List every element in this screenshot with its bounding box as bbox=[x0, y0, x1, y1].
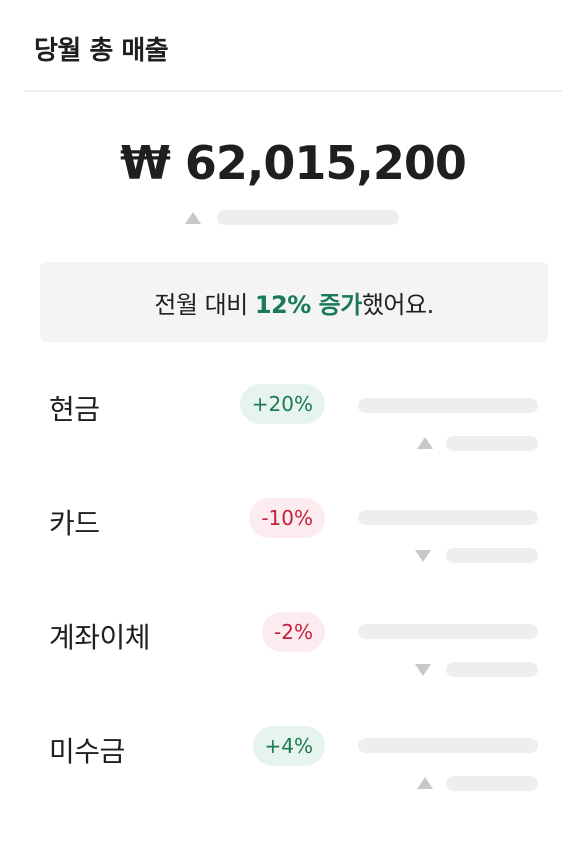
item-label: 현금 bbox=[49, 393, 100, 426]
comparison-highlight: 12% 증가 bbox=[254, 290, 362, 319]
item-label: 미수금 bbox=[49, 735, 125, 768]
item-label: 계좌이체 bbox=[49, 621, 151, 654]
list-item-cash: 현금 +20% bbox=[0, 384, 586, 494]
change-badge: -2% bbox=[262, 612, 325, 652]
list-item-receivables: 미수금 +4% bbox=[0, 726, 586, 836]
comparison-suffix: 했어요. bbox=[361, 290, 434, 319]
loading-skeleton bbox=[358, 510, 538, 525]
loading-skeleton bbox=[446, 776, 538, 791]
trend-up-icon bbox=[417, 437, 433, 449]
trend-down-icon bbox=[415, 550, 431, 562]
page-title: 당월 총 매출 bbox=[34, 36, 169, 66]
trend-down-icon bbox=[415, 664, 431, 676]
loading-skeleton bbox=[358, 398, 538, 413]
loading-skeleton bbox=[358, 738, 538, 753]
card-header: 당월 총 매출 bbox=[24, 0, 562, 92]
trend-up-icon bbox=[417, 777, 433, 789]
change-badge: -10% bbox=[249, 498, 325, 538]
list-item-bank-transfer: 계좌이체 -2% bbox=[0, 612, 586, 722]
loading-skeleton bbox=[217, 210, 399, 225]
change-badge: +4% bbox=[252, 726, 325, 766]
list-item-card: 카드 -10% bbox=[0, 498, 586, 608]
total-sales-amount: ₩ 62,015,200 bbox=[120, 136, 467, 190]
trend-up-icon bbox=[185, 212, 201, 224]
change-badge: +20% bbox=[239, 384, 325, 424]
comparison-prefix: 전월 대비 bbox=[154, 290, 255, 319]
comparison-banner: 전월 대비 12% 증가 했어요. bbox=[40, 262, 548, 342]
loading-skeleton bbox=[358, 624, 538, 639]
loading-skeleton bbox=[446, 662, 538, 677]
loading-skeleton bbox=[446, 436, 538, 451]
loading-skeleton bbox=[446, 548, 538, 563]
item-label: 카드 bbox=[49, 507, 100, 540]
